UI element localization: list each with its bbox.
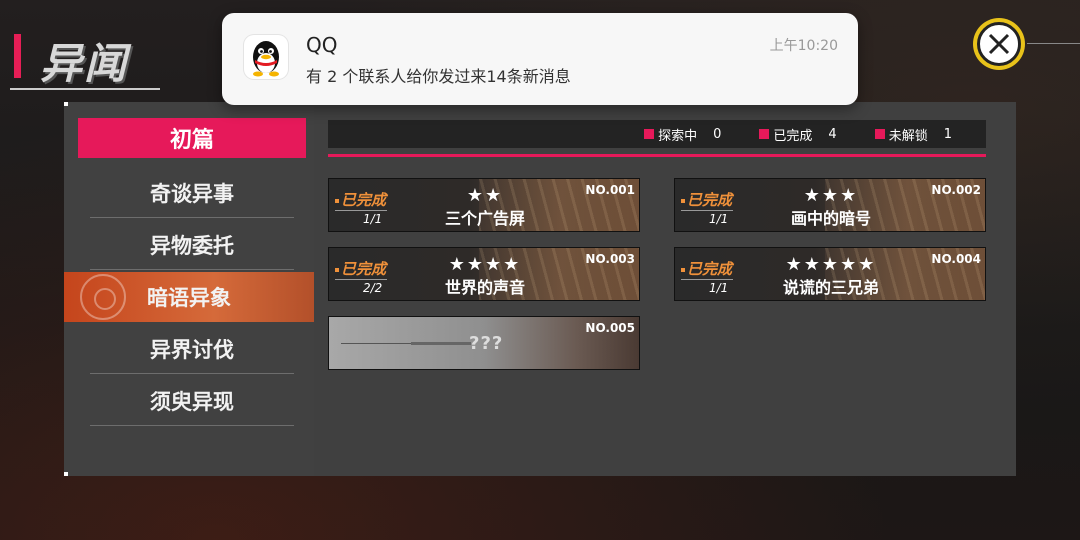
case-number: NO.003 (585, 252, 635, 266)
sidebar-item-label: 须臾异现 (150, 389, 234, 414)
status-exploring: 探索中 0 (644, 125, 721, 144)
status-completed: 已完成 4 (759, 125, 837, 144)
star-icon: ★ (485, 185, 504, 206)
notification-app-name: QQ (306, 33, 338, 57)
case-card-002[interactable]: 已完成 1/1 ★★★ 画中的暗号 NO.002 (674, 178, 986, 232)
locked-line (411, 342, 471, 345)
star-icon: ★ (821, 185, 841, 206)
status-count: 1 (943, 126, 952, 142)
star-icon: ★ (858, 254, 877, 275)
star-icon: ★ (785, 254, 804, 275)
star-icon: ★ (448, 254, 467, 275)
sidebar-item-label: 奇谈异事 (150, 181, 234, 206)
case-number: NO.005 (585, 321, 635, 335)
sidebar-item-anyu[interactable]: 暗语异象 (64, 272, 314, 322)
case-name: 世界的声音 (444, 278, 525, 297)
star-icon: ★ (503, 254, 522, 275)
sidebar-item-xuyu[interactable]: 须臾异现 (90, 376, 294, 426)
logo-underline (10, 88, 160, 90)
sidebar-item-label: 异物委托 (150, 233, 234, 258)
logo-accent-bar (14, 34, 21, 78)
close-icon (977, 22, 1021, 66)
close-divider-line (1027, 43, 1080, 44)
status-label: 探索中 (658, 128, 698, 144)
crosshair-icon (80, 274, 126, 320)
sidebar: 初篇 奇谈异事 异物委托 暗语异象 异界讨伐 须臾异现 (64, 102, 314, 476)
case-card-003[interactable]: 已完成 2/2 ★★★★ 世界的声音 NO.003 (328, 247, 640, 301)
sidebar-item-label: 异界讨伐 (150, 337, 234, 362)
sidebar-item-yiwu[interactable]: 异物委托 (90, 220, 294, 270)
status-count: 4 (828, 126, 837, 142)
status-square-icon (874, 129, 885, 139)
status-label: 未解锁 (888, 128, 928, 144)
star-icon: ★ (466, 185, 485, 206)
close-button[interactable] (973, 18, 1025, 70)
case-name: 说谎的三兄弟 (782, 278, 879, 297)
status-divider (328, 154, 986, 157)
qq-notification[interactable]: QQ 有 2 个联系人给你发过来14条新消息 上午10:20 (222, 13, 858, 105)
sidebar-item-yijie[interactable]: 异界讨伐 (90, 324, 294, 374)
case-card-005-locked[interactable]: ??? NO.005 (328, 316, 640, 370)
locked-line (341, 343, 411, 344)
status-count: 0 (713, 126, 722, 142)
case-name: 三个广告屏 (444, 209, 525, 228)
status-square-icon (644, 129, 655, 139)
qq-penguin-icon (244, 35, 288, 79)
status-label: 已完成 (773, 128, 813, 144)
star-icon: ★ (466, 254, 485, 275)
status-square-icon (759, 129, 770, 139)
notification-time: 上午10:20 (769, 38, 838, 54)
case-number: NO.001 (585, 183, 635, 197)
notification-message: 有 2 个联系人给你发过来14条新消息 (306, 67, 571, 86)
case-name-unknown: ??? (469, 333, 504, 354)
star-icon: ★ (821, 254, 841, 275)
sidebar-item-label: 暗语异象 (147, 286, 231, 310)
section-logo: 异闻 (10, 30, 170, 90)
case-number: NO.004 (931, 252, 981, 266)
page-title: 异闻 (40, 39, 129, 88)
star-icon: ★ (803, 254, 822, 275)
case-card-004[interactable]: 已完成 1/1 ★★★★★ 说谎的三兄弟 NO.004 (674, 247, 986, 301)
case-card-001[interactable]: 已完成 1/1 ★★ 三个广告屏 NO.001 (328, 178, 640, 232)
case-name: 画中的暗号 (790, 209, 871, 228)
star-icon: ★ (485, 254, 504, 275)
status-summary-bar: 探索中 0 已完成 4 未解锁 1 (328, 120, 986, 148)
sidebar-header-tab[interactable]: 初篇 (78, 118, 306, 158)
case-number: NO.002 (931, 183, 981, 197)
main-panel: 初篇 奇谈异事 异物委托 暗语异象 异界讨伐 须臾异现 探索中 0 已完成 4 … (64, 102, 1016, 476)
star-icon: ★ (840, 185, 859, 206)
sidebar-item-qitan[interactable]: 奇谈异事 (90, 168, 294, 218)
star-icon: ★ (840, 254, 859, 275)
status-locked: 未解锁 1 (874, 125, 952, 144)
star-icon: ★ (803, 185, 822, 206)
content-area: 探索中 0 已完成 4 未解锁 1 已完成 1/1 ★★ 三个广告屏 NO.00… (314, 102, 1016, 476)
